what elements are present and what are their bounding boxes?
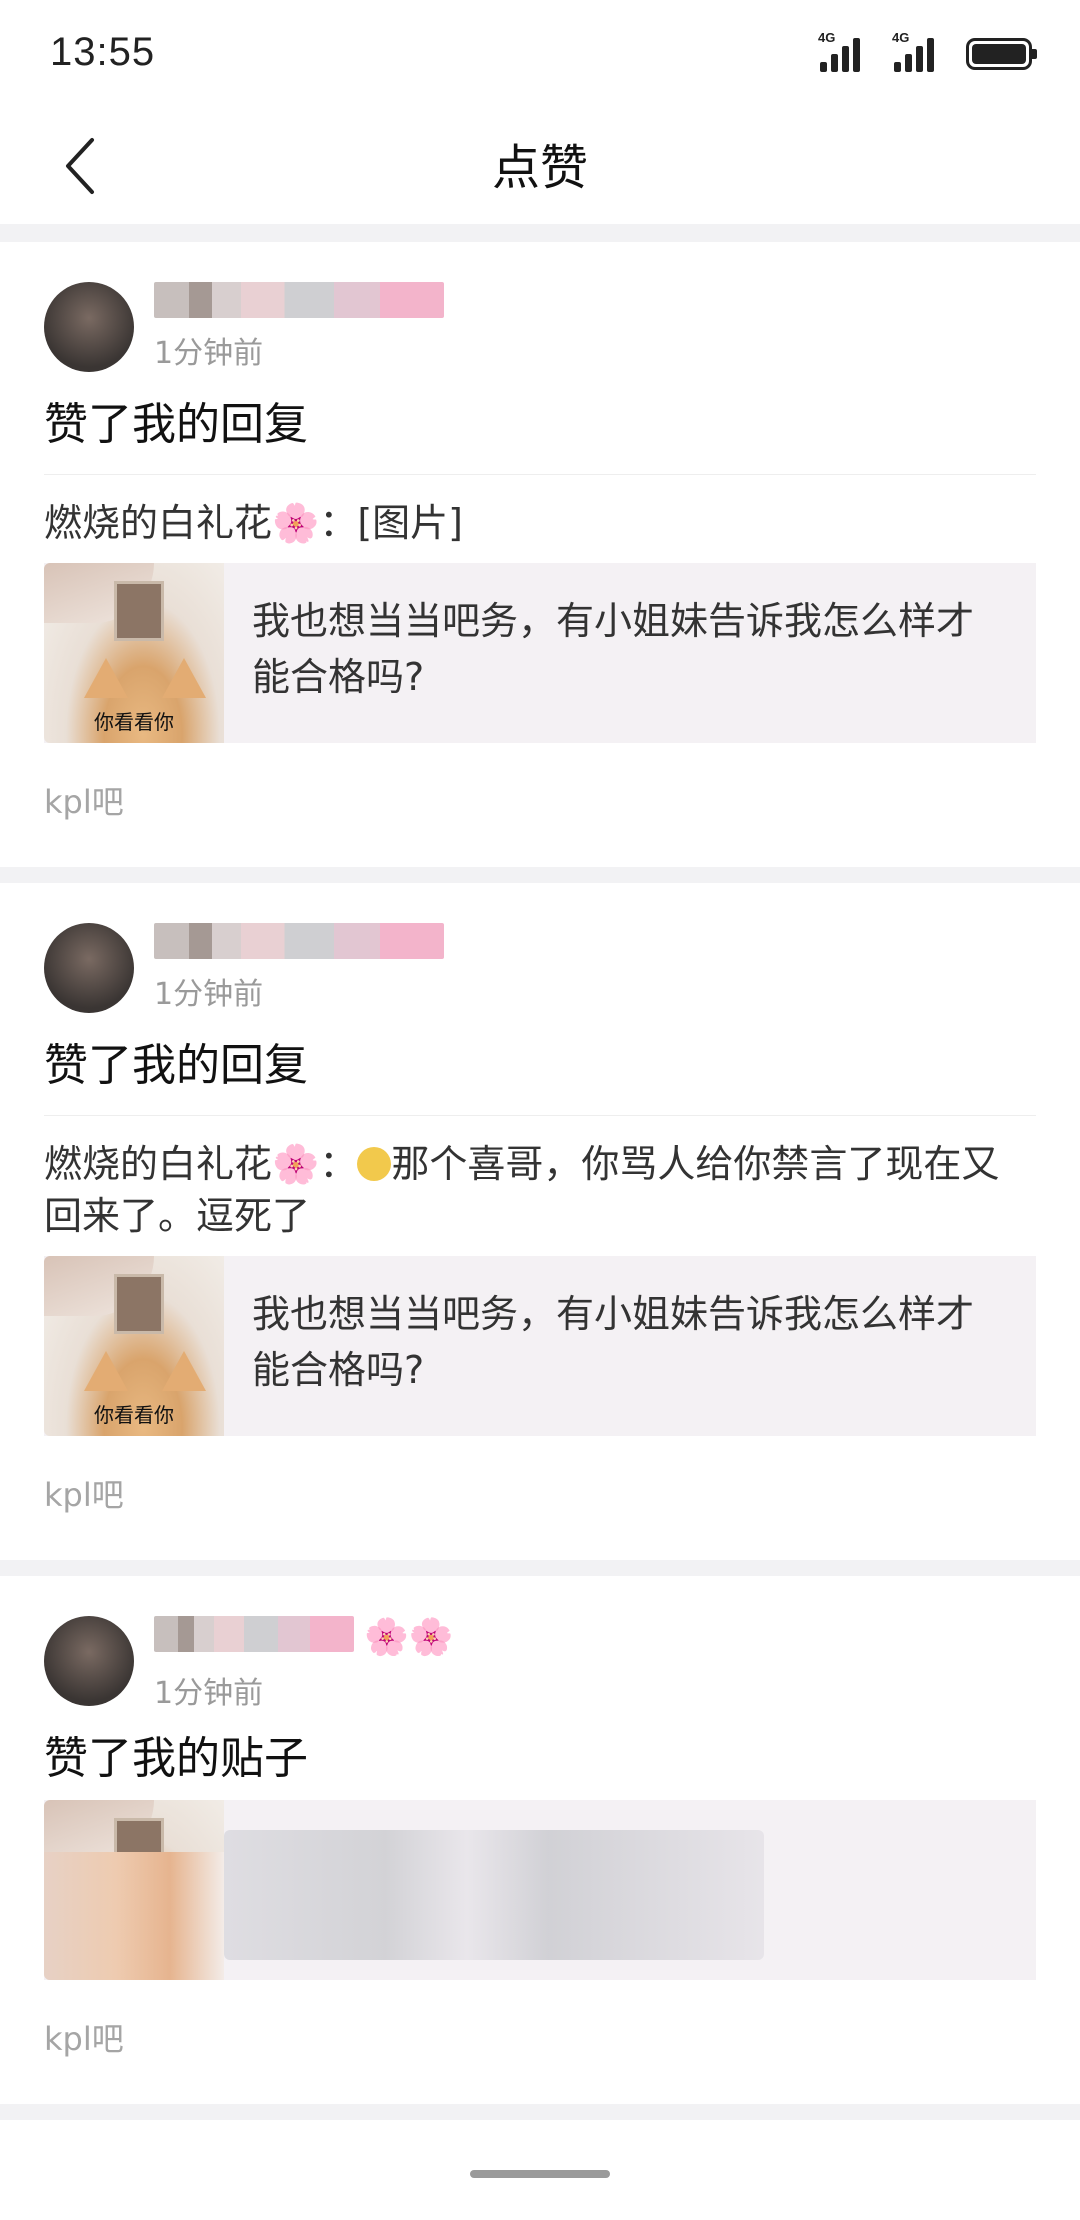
thumbnail-caption: 你看看你: [94, 1403, 174, 1427]
post-thumbnail: 你看看你: [44, 1256, 224, 1436]
action-text: 赞了我的回复: [44, 1029, 1036, 1116]
like-notification-list: 1分钟前 赞了我的回复 燃烧的白礼花🌸：[图片] 你看看你 我也想当当吧务，有小…: [0, 242, 1080, 2120]
user-name-redacted[interactable]: [154, 923, 444, 959]
avatar[interactable]: [44, 1616, 134, 1706]
network-type-label: 4G: [818, 30, 836, 45]
home-indicator[interactable]: [470, 2170, 610, 2178]
action-text: 赞了我的回复: [44, 388, 1036, 475]
action-text: 赞了我的贴子: [44, 1733, 308, 1784]
sneezing-face-emoji: [357, 1147, 392, 1181]
gesture-bar: [0, 2120, 1080, 2220]
forum-name[interactable]: kpl吧: [44, 743, 1036, 867]
quoted-post-text: 我也想当当吧务，有小姐妹告诉我怎么样才能合格吗?: [252, 1292, 975, 1392]
signal-icon: 4G: [818, 30, 866, 72]
status-icons: 4G 4G: [818, 30, 1037, 72]
reply-text[interactable]: 燃烧的白礼花🌸：[图片]: [44, 497, 1036, 549]
like-notification-item[interactable]: 🌸🌸 1分钟前 赞了我的贴子 kpl吧: [0, 1576, 1080, 2104]
quoted-post[interactable]: 你看看你 我也想当当吧务，有小姐妹告诉我怎么样才能合格吗?: [44, 563, 1036, 743]
quoted-post[interactable]: [44, 1800, 1036, 1980]
forum-name[interactable]: kpl吧: [44, 1436, 1036, 1560]
notification-time: 1分钟前: [154, 336, 264, 371]
redacted-post-text: [224, 1830, 764, 1960]
quoted-post-text: 我也想当当吧务，有小姐妹告诉我怎么样才能合格吗?: [252, 599, 975, 699]
thumbnail-caption: 你看看你: [94, 710, 174, 734]
battery-icon: [966, 38, 1037, 70]
user-name-suffix: 🌸🌸: [364, 1617, 454, 1658]
reply-author: 燃烧的白礼花🌸：: [44, 1142, 358, 1186]
like-notification-item[interactable]: 1分钟前 赞了我的回复 燃烧的白礼花🌸：[图片] 你看看你 我也想当当吧务，有小…: [0, 242, 1080, 867]
quoted-post[interactable]: 你看看你 我也想当当吧务，有小姐妹告诉我怎么样才能合格吗?: [44, 1256, 1036, 1436]
post-thumbnail: [44, 1800, 224, 1980]
notification-time: 1分钟前: [154, 1676, 264, 1711]
network-type-label: 4G: [892, 30, 910, 45]
avatar[interactable]: [44, 282, 134, 372]
status-bar: 13:55 4G 4G: [0, 0, 1080, 110]
post-thumbnail: 你看看你: [44, 563, 224, 743]
user-name-redacted[interactable]: [154, 1616, 354, 1652]
like-notification-item[interactable]: 1分钟前 赞了我的回复 燃烧的白礼花🌸： 那个喜哥，你骂人给你禁言了现在又回来了。…: [0, 883, 1080, 1560]
forum-name[interactable]: kpl吧: [44, 1980, 1036, 2104]
reply-text[interactable]: 燃烧的白礼花🌸： 那个喜哥，你骂人给你禁言了现在又回来了。逗死了: [44, 1138, 1036, 1242]
user-name-redacted[interactable]: [154, 282, 444, 318]
signal-icon: 4G: [892, 30, 940, 72]
nav-bar: 点赞: [0, 110, 1080, 224]
avatar[interactable]: [44, 923, 134, 1013]
status-time: 13:55: [50, 30, 156, 74]
redacted-region: [44, 1852, 224, 1980]
notification-time: 1分钟前: [154, 977, 264, 1012]
page-title: 点赞: [491, 140, 588, 196]
